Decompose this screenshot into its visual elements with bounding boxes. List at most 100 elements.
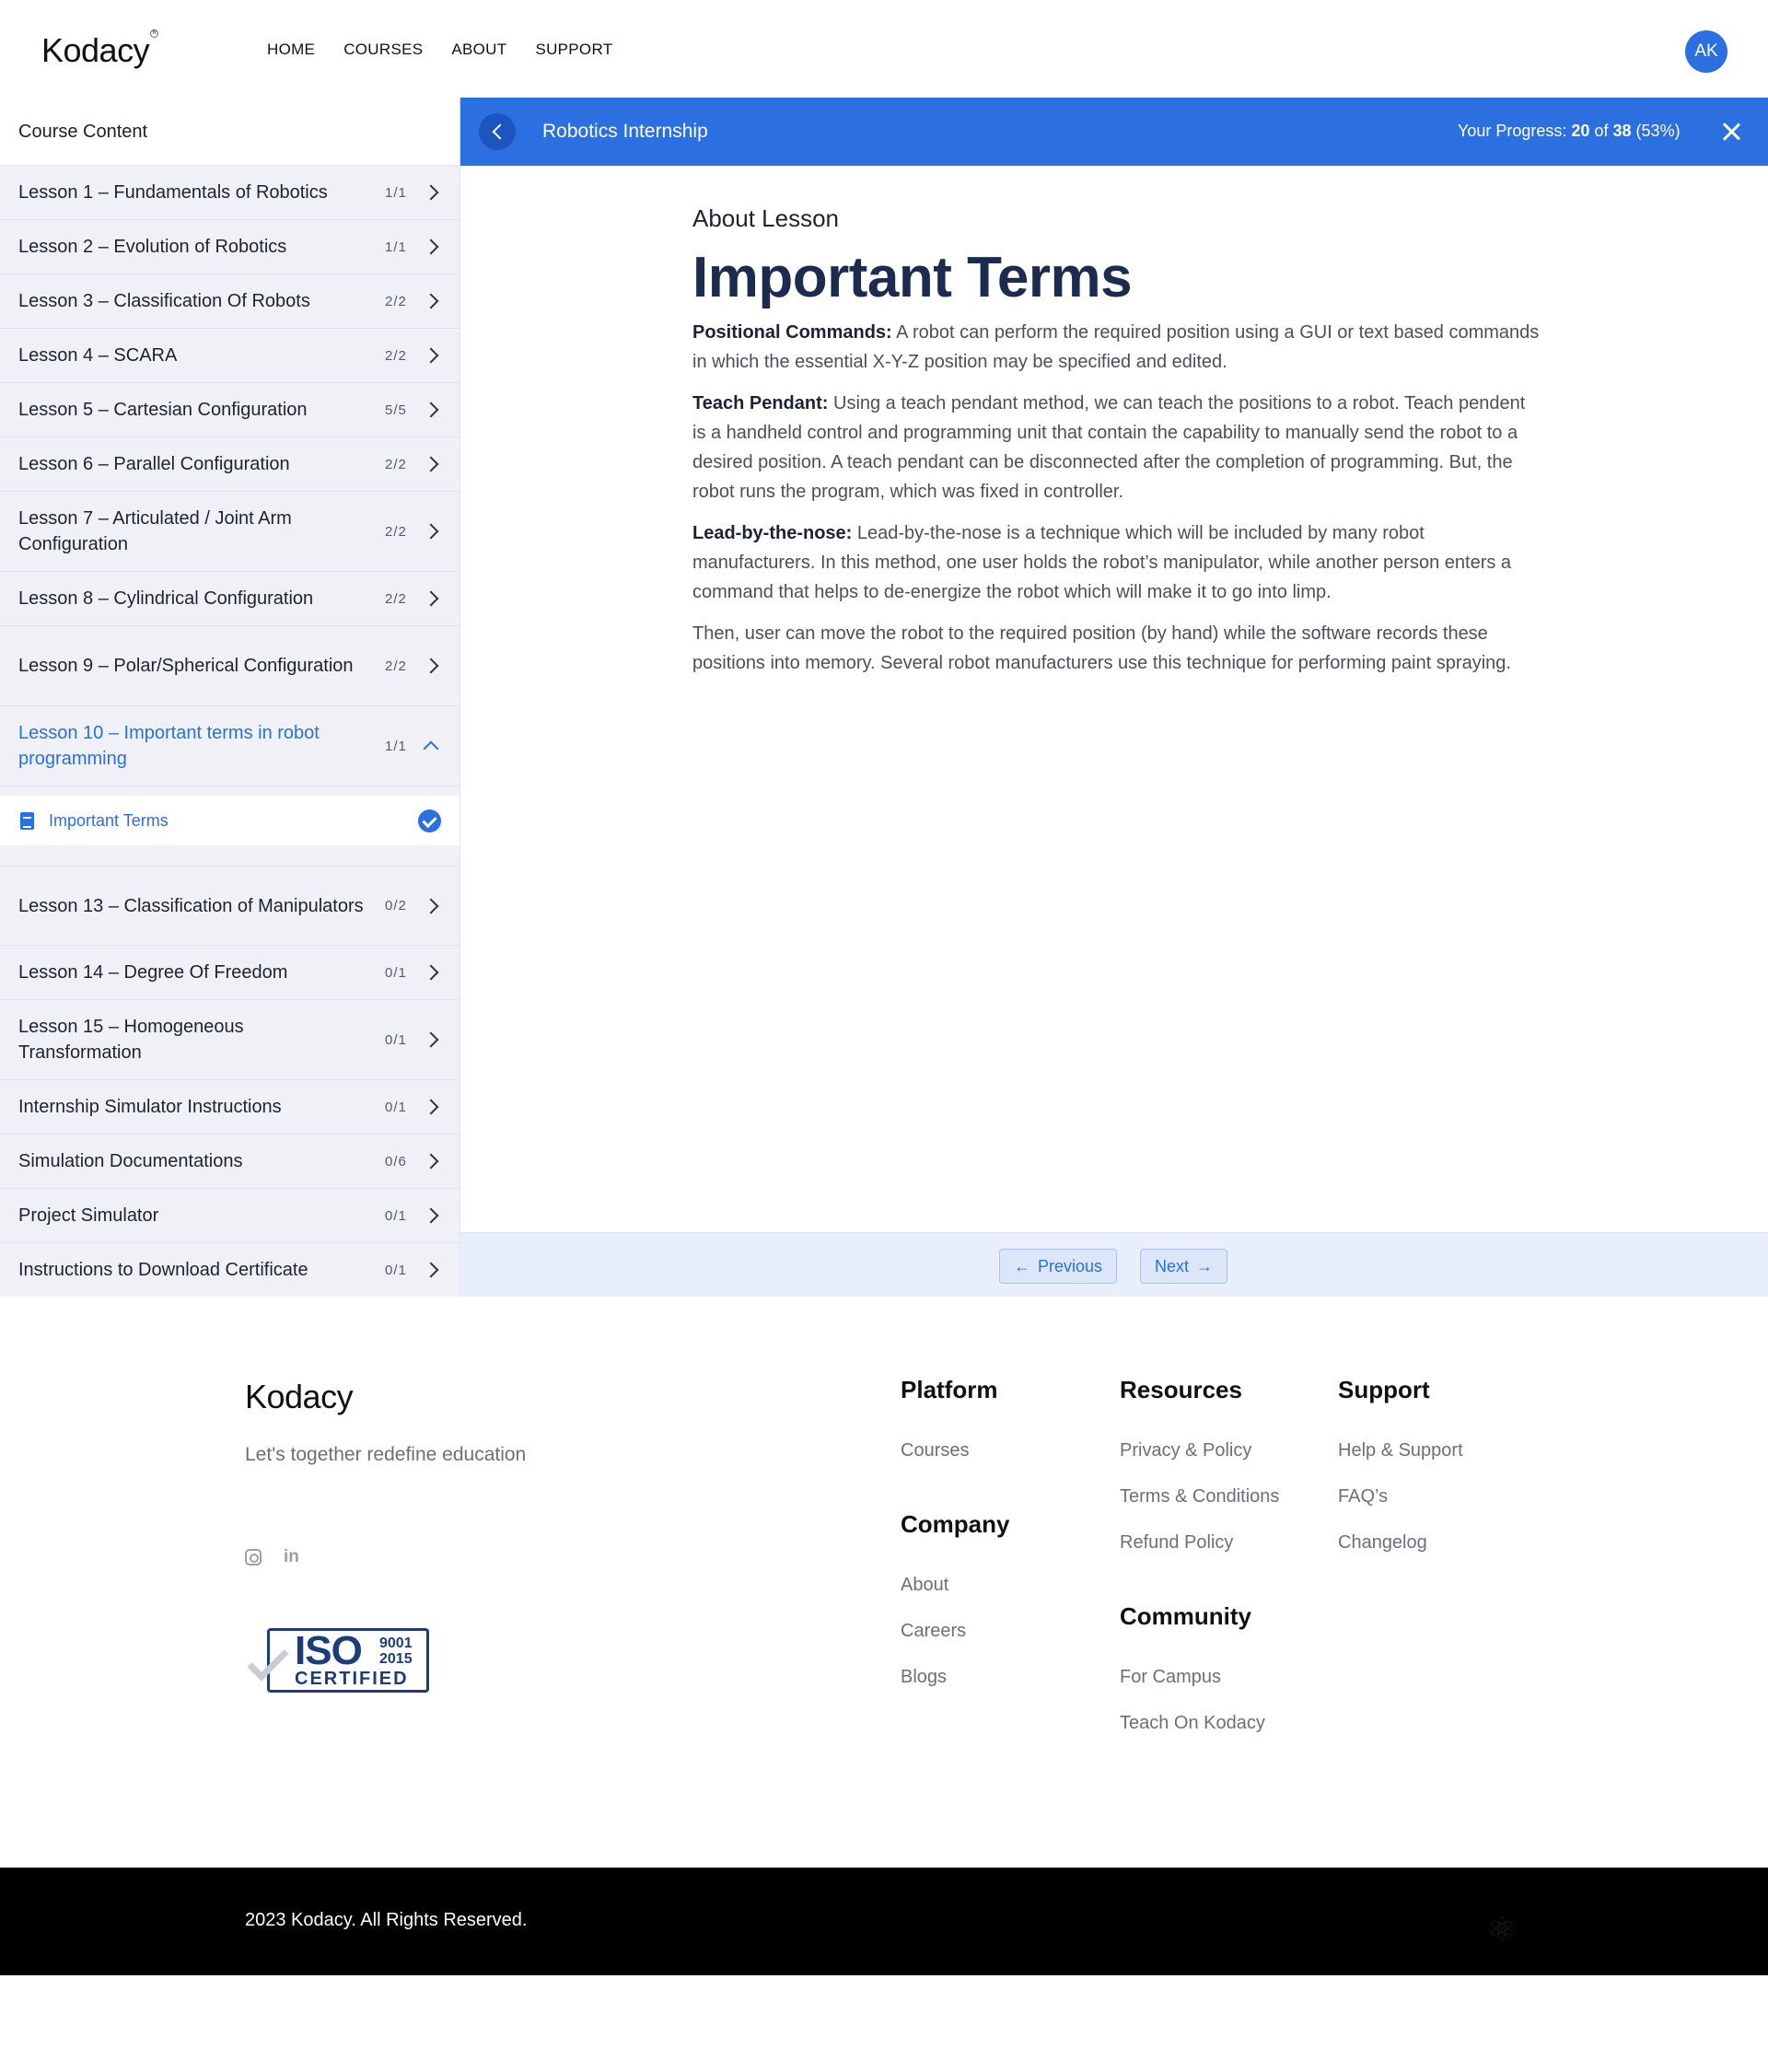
lesson-paragraph: Positional Commands: A robot can perform… (692, 318, 1540, 377)
footer-link-about[interactable]: About (901, 1575, 948, 1596)
chevron-up-icon (423, 740, 439, 757)
chevron-right-icon (423, 1153, 439, 1170)
footer-link-teach[interactable]: Teach On Kodacy (1120, 1713, 1265, 1734)
chevron-right-icon (423, 347, 439, 364)
lesson-count: 0/2 (385, 898, 407, 914)
iso-certified-text: CERTIFIED (295, 1669, 409, 1689)
footer-link-careers[interactable]: Careers (901, 1621, 966, 1642)
nav-courses[interactable]: COURSES (343, 41, 423, 59)
footer-link-blogs[interactable]: Blogs (901, 1667, 947, 1688)
sub-lesson-title: Important Terms (49, 810, 169, 830)
footer-link-help[interactable]: Help & Support (1338, 1440, 1463, 1461)
lesson-item[interactable]: Lesson 3 – Classification Of Robots 2/2 (0, 274, 459, 329)
sidebar-title: Course Content (0, 98, 459, 166)
nav-about[interactable]: ABOUT (451, 41, 506, 59)
lesson-item[interactable]: Lesson 6 – Parallel Configuration 2/2 (0, 437, 459, 492)
user-avatar[interactable]: AK (1685, 30, 1727, 73)
footer-link-courses[interactable]: Courses (901, 1440, 969, 1461)
lesson-item[interactable]: Lesson 8 – Cylindrical Configuration 2/2 (0, 572, 459, 626)
lesson-item[interactable]: Lesson 13 – Classification of Manipulato… (0, 866, 459, 946)
atom-icon: ⚛ (1486, 1910, 1518, 1948)
lesson-title: Lesson 9 – Polar/Spherical Configuration (18, 656, 354, 676)
lesson-item[interactable]: Lesson 1 – Fundamentals of Robotics 1/1 (0, 166, 459, 220)
progress-done: 20 (1571, 122, 1590, 140)
lesson-content: About Lesson Important Terms Positional … (692, 204, 1540, 690)
footer-link-changelog[interactable]: Changelog (1338, 1532, 1427, 1554)
chevron-right-icon (423, 402, 439, 418)
footer-community-title: Community (1120, 1602, 1251, 1630)
footer-company-title: Company (901, 1510, 1010, 1538)
lesson-item[interactable]: Lesson 5 – Cartesian Configuration 5/5 (0, 383, 459, 437)
lesson-count: 2/2 (385, 658, 407, 674)
footer-resources-title: Resources (1120, 1376, 1242, 1403)
footer-link-faq[interactable]: FAQ’s (1338, 1486, 1388, 1507)
chevron-right-icon (423, 964, 439, 981)
term-text: Then, user can move the robot to the req… (692, 623, 1511, 673)
linkedin-icon[interactable]: in (284, 1548, 299, 1566)
back-button[interactable] (479, 113, 516, 150)
chevron-right-icon (423, 293, 439, 309)
lesson-paragraph: Lead-by-the-nose: Lead-by-the-nose is a … (692, 518, 1540, 607)
previous-label: Previous (1038, 1256, 1103, 1275)
lesson-item[interactable]: Simulation Documentations 0/6 (0, 1135, 459, 1189)
social-links: in (245, 1548, 299, 1566)
arrow-right-icon: → (1196, 1256, 1214, 1275)
lesson-item[interactable]: Lesson 9 – Polar/Spherical Configuration… (0, 626, 459, 706)
document-icon (20, 811, 34, 830)
lesson-item-active[interactable]: Lesson 10 – Important terms in robot pro… (0, 706, 459, 786)
lesson-count: 2/2 (385, 347, 407, 364)
copyright-text: 2023 Kodacy. All Rights Reserved. (245, 1910, 528, 1930)
lesson-pager: ← Previous Next → (460, 1232, 1768, 1297)
instagram-icon[interactable] (245, 1549, 262, 1566)
lesson-item[interactable]: Lesson 7 – Articulated / Joint Arm Confi… (0, 492, 459, 572)
nav-support[interactable]: SUPPORT (535, 41, 612, 59)
lesson-item[interactable]: Project Simulator 0/1 (0, 1189, 459, 1243)
footer-link-refund[interactable]: Refund Policy (1120, 1532, 1233, 1554)
chevron-right-icon (423, 523, 439, 540)
lesson-item[interactable]: Lesson 4 – SCARA 2/2 (0, 329, 459, 383)
check-circle-icon (418, 809, 441, 832)
lesson-item[interactable]: Instructions to Download Certificate 0/1 (0, 1243, 459, 1297)
previous-button[interactable]: ← Previous (999, 1249, 1118, 1284)
lesson-title: Simulation Documentations (18, 1151, 243, 1171)
lesson-item[interactable]: Lesson 14 – Degree Of Freedom 0/1 (0, 946, 459, 1000)
chevron-right-icon (423, 1207, 439, 1224)
footer-link-campus[interactable]: For Campus (1120, 1667, 1221, 1688)
iso-certified-badge: ISO 9001 2015 CERTIFIED (247, 1624, 429, 1694)
lesson-title: Instructions to Download Certificate (18, 1260, 308, 1280)
lesson-item[interactable]: Lesson 15 – Homogeneous Transformation 0/… (0, 1000, 459, 1080)
iso-number-2015: 2015 (379, 1651, 413, 1667)
lesson-title: Lesson 1 – Fundamentals of Robotics (18, 182, 328, 203)
lesson-item[interactable]: Lesson 2 – Evolution of Robotics 1/1 (0, 220, 459, 274)
lesson-item[interactable]: Internship Simulator Instructions 0/1 (0, 1080, 459, 1135)
lesson-title: Lesson 6 – Parallel Configuration (18, 454, 290, 474)
progress-label: Your Progress: (1458, 122, 1567, 140)
chevron-right-icon (423, 658, 439, 674)
chevron-right-icon (423, 590, 439, 607)
footer-link-privacy[interactable]: Privacy & Policy (1120, 1440, 1251, 1461)
close-icon[interactable] (1722, 122, 1740, 141)
chevron-right-icon (423, 1031, 439, 1048)
lesson-title: Project Simulator (18, 1205, 159, 1226)
lesson-count: 2/2 (385, 456, 407, 472)
kodacy-logo[interactable]: Kodacy R (41, 29, 159, 70)
lesson-title: Lesson 2 – Evolution of Robotics (18, 237, 287, 257)
arrow-left-icon: ← (1014, 1256, 1030, 1275)
footer-link-terms[interactable]: Terms & Conditions (1120, 1486, 1279, 1507)
lesson-title: Important Terms (692, 246, 1133, 309)
lesson-count: 0/1 (385, 1207, 407, 1224)
iso-word: ISO (295, 1628, 363, 1673)
logo-text: Kodacy (41, 31, 150, 69)
nav-home[interactable]: HOME (267, 41, 315, 59)
sub-lesson-important-terms[interactable]: Important Terms (0, 796, 459, 845)
lesson-count: 0/6 (385, 1153, 407, 1170)
lesson-topbar: Robotics Internship Your Progress: 20 of… (460, 98, 1768, 166)
next-button[interactable]: Next → (1140, 1249, 1228, 1284)
chevron-right-icon (423, 1099, 439, 1115)
lesson-title: Lesson 4 – SCARA (18, 345, 178, 366)
progress-percent: (53%) (1635, 122, 1681, 140)
footer-logo[interactable]: Kodacy (245, 1378, 354, 1416)
site-footer: Kodacy Let's together redefine education… (0, 1297, 1768, 1868)
progress-total: 38 (1612, 122, 1632, 140)
iso-number-9001: 9001 (379, 1635, 413, 1651)
